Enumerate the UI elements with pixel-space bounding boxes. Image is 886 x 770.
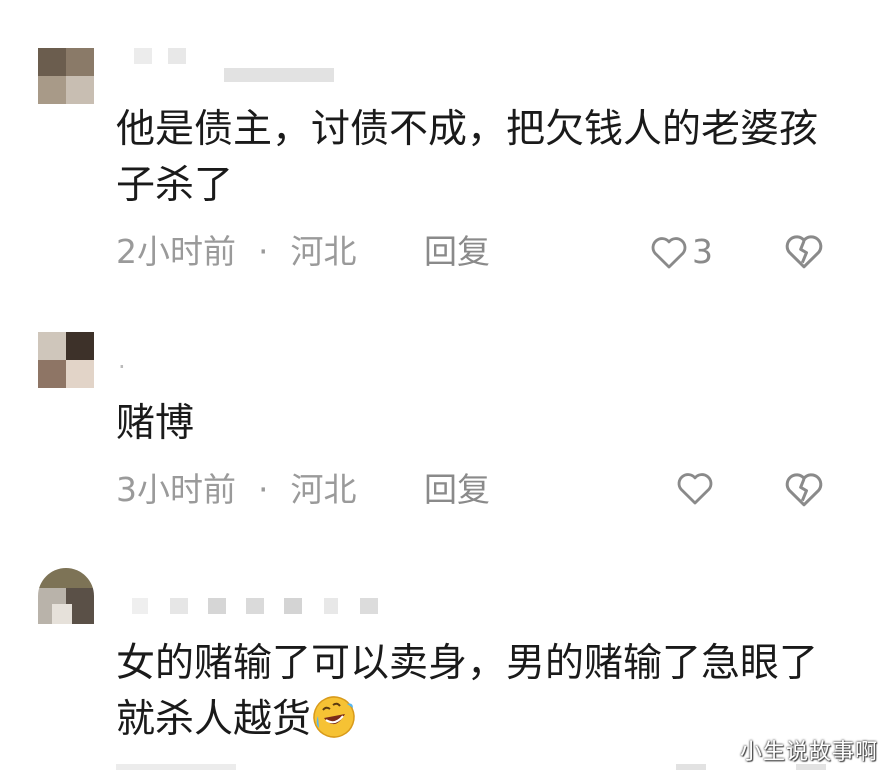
heart-icon xyxy=(677,473,713,505)
comment-time: 2小时前 xyxy=(116,232,236,271)
like-count: 3 xyxy=(692,232,713,271)
comment-text: 他是债主，讨债不成，把欠钱人的老婆孩子杀了 xyxy=(116,107,819,208)
broken-heart-icon xyxy=(785,235,823,269)
comment-meta: 2小时前 · 河北 xyxy=(116,232,357,272)
comment-text-content: 女的赌输了可以卖身，男的赌输了急眼了就杀人越货 xyxy=(116,641,819,742)
meta-separator: · xyxy=(258,470,269,509)
avatar[interactable] xyxy=(38,48,94,104)
like-button[interactable] xyxy=(676,470,714,506)
broken-heart-icon xyxy=(785,473,823,507)
meta-separator: · xyxy=(258,232,269,271)
heart-icon xyxy=(651,237,687,269)
comment-time: 3小时前 xyxy=(116,470,236,509)
like-button[interactable]: 3 xyxy=(650,232,713,272)
comment-meta: 3小时前 · 河北 xyxy=(116,470,357,510)
comment-location: 河北 xyxy=(290,232,357,271)
avatar[interactable] xyxy=(38,332,94,388)
avatar[interactable] xyxy=(38,568,94,624)
watermark: 小生说故事啊 xyxy=(740,740,879,765)
comment-text: 赌博 xyxy=(116,401,195,446)
dislike-button[interactable] xyxy=(784,470,824,512)
comment-text: 女的赌输了可以卖身，男的赌输了急眼了就杀人越货 xyxy=(116,636,846,748)
dislike-button[interactable] xyxy=(784,232,824,274)
username-text: . xyxy=(118,346,126,374)
rofl-emoji-icon xyxy=(313,696,355,738)
reply-button[interactable]: 回复 xyxy=(424,470,490,510)
reply-button[interactable]: 回复 xyxy=(424,232,490,272)
comment-location: 河北 xyxy=(290,470,357,509)
next-meta-row-partial xyxy=(116,760,826,770)
